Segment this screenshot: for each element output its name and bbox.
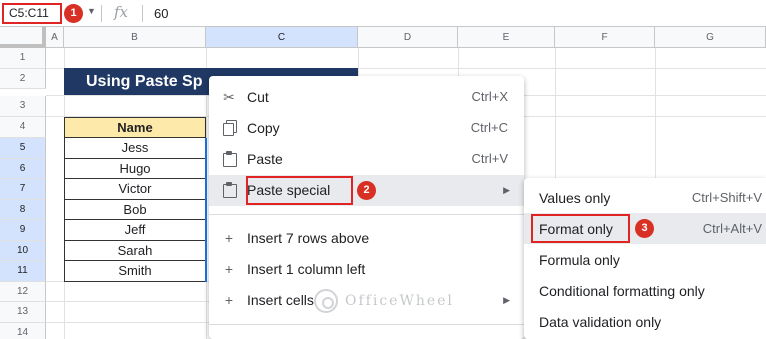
row-header-2[interactable]: 2 [0, 68, 46, 89]
submenu-item-values-only[interactable]: Values only Ctrl+Shift+V [524, 182, 766, 213]
row-header-6[interactable]: 6 [0, 158, 46, 179]
menu-item-shortcut: Ctrl+X [471, 89, 508, 104]
menu-item-cut[interactable]: ✂ Cut Ctrl+X [209, 82, 524, 113]
fx-icon: fx [114, 3, 129, 21]
submenu-item-shortcut: Ctrl+Alt+V [702, 221, 762, 236]
formula-input[interactable]: 60 [154, 6, 168, 21]
scissors-icon: ✂ [223, 89, 235, 105]
row-header-5[interactable]: 5 [0, 138, 46, 159]
column-header-e[interactable]: E [458, 27, 555, 48]
step-badge-1: 1 [64, 4, 83, 23]
plus-icon: + [224, 292, 234, 308]
officewheel-logo-icon [314, 289, 338, 313]
row-header-3[interactable]: 3 [0, 96, 46, 117]
menu-item-insert-column-left[interactable]: + Insert 1 column left [209, 254, 524, 285]
menu-item-insert-rows-above[interactable]: + Insert 7 rows above [209, 223, 524, 254]
submenu-item-data-validation-only[interactable]: Data validation only [524, 306, 766, 337]
name-box-dropdown-icon[interactable]: ▼ [87, 6, 96, 16]
copy-icon [221, 120, 237, 136]
menu-item-label: Copy [247, 120, 280, 136]
row-header-12[interactable]: 12 [0, 281, 46, 302]
name-cell[interactable]: Jeff [64, 220, 206, 241]
name-box[interactable]: C5:C11 [2, 3, 62, 24]
step-badge-3: 3 [635, 219, 654, 238]
menu-separator [209, 214, 524, 215]
paste-special-submenu: Values only Ctrl+Shift+V Format only Ctr… [524, 178, 766, 339]
submenu-arrow-icon: ▶ [503, 295, 510, 305]
submenu-arrow-icon: ▶ [503, 185, 510, 195]
name-cell[interactable]: Sarah [64, 240, 206, 261]
column-header-c[interactable]: C [206, 27, 358, 48]
menu-item-paste[interactable]: Paste Ctrl+V [209, 144, 524, 175]
submenu-item-label: Formula only [539, 252, 620, 268]
menu-separator [209, 324, 524, 325]
submenu-item-label: Conditional formatting only [539, 283, 705, 299]
menu-item-copy[interactable]: Copy Ctrl+C [209, 113, 524, 144]
menu-item-label: Cut [247, 89, 269, 105]
name-cell[interactable]: Jess [64, 138, 206, 159]
row-header-4[interactable]: 4 [0, 117, 46, 138]
name-cell[interactable]: Smith [64, 261, 206, 282]
column-header-d[interactable]: D [358, 27, 458, 48]
menu-item-label: Insert 7 rows above [247, 230, 370, 246]
column-header-a[interactable]: A [46, 27, 64, 48]
submenu-item-label: Data validation only [539, 314, 662, 330]
formula-bar-divider [142, 5, 143, 22]
row-header-1[interactable]: 1 [0, 48, 46, 69]
select-all-corner[interactable] [0, 27, 46, 48]
paste-special-icon [221, 182, 237, 198]
menu-item-label: Insert cells [247, 292, 314, 308]
name-cell[interactable]: Bob [64, 199, 206, 220]
watermark-text: OfficeWheel [345, 293, 454, 309]
formula-bar-divider [101, 5, 102, 22]
row-header-14[interactable]: 14 [0, 322, 46, 339]
menu-item-shortcut: Ctrl+C [470, 120, 508, 135]
column-header-b[interactable]: B [64, 27, 206, 48]
selection-range-border [205, 138, 207, 282]
submenu-item-formula-only[interactable]: Formula only [524, 244, 766, 275]
watermark: OfficeWheel [314, 289, 484, 315]
name-cell[interactable]: Victor [64, 179, 206, 200]
submenu-item-shortcut: Ctrl+Shift+V [691, 190, 762, 205]
row-header-10[interactable]: 10 [0, 240, 46, 261]
submenu-item-conditional-formatting-only[interactable]: Conditional formatting only [524, 275, 766, 306]
paste-icon [221, 151, 237, 167]
submenu-item-label: Values only [539, 190, 611, 206]
paste-special-highlight-box [246, 176, 353, 205]
step-badge-2: 2 [357, 181, 376, 200]
row-header-7[interactable]: 7 [0, 179, 46, 200]
column-header-g[interactable]: G [655, 27, 766, 48]
menu-item-label: Paste [247, 151, 283, 167]
row-header-9[interactable]: 9 [0, 220, 46, 241]
plus-icon: + [224, 261, 234, 277]
format-only-highlight-box [531, 214, 630, 243]
menu-item-label: Insert 1 column left [247, 261, 366, 277]
row-header-8[interactable]: 8 [0, 199, 46, 220]
row-header-13[interactable]: 13 [0, 302, 46, 323]
plus-icon: + [224, 230, 234, 246]
name-cell[interactable]: Hugo [64, 158, 206, 179]
menu-item-shortcut: Ctrl+V [471, 151, 508, 166]
row-header-11[interactable]: 11 [0, 261, 46, 282]
column-header-f[interactable]: F [555, 27, 655, 48]
formula-bar: C5:C11 ▼ fx 60 [0, 0, 766, 27]
name-column-header-cell[interactable]: Name [64, 117, 206, 138]
